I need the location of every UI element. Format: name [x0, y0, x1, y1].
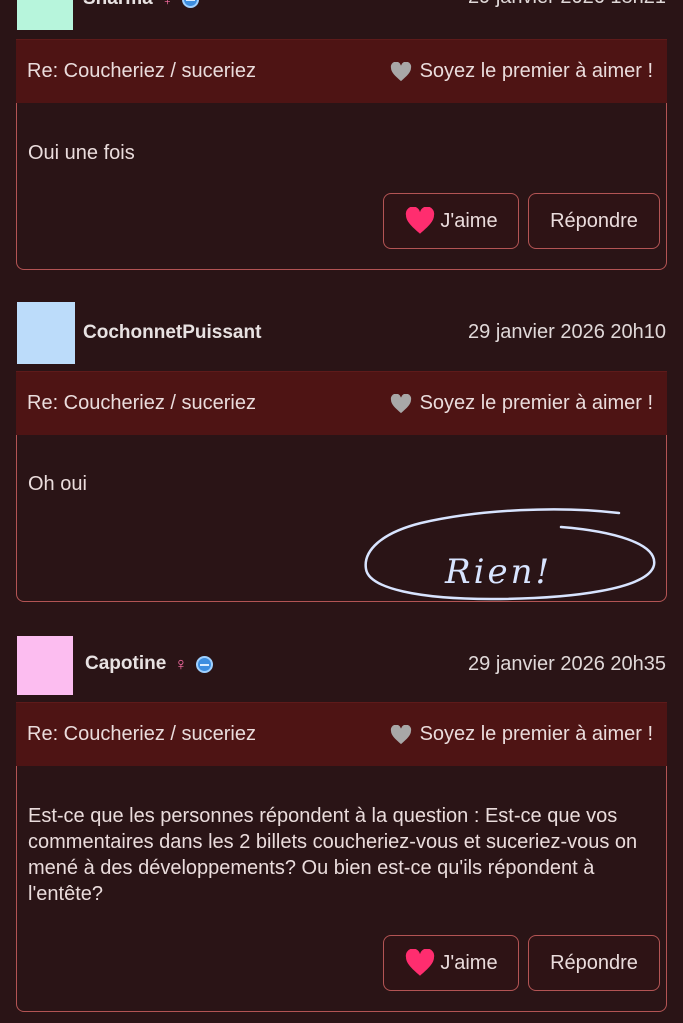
heart-icon	[406, 207, 435, 234]
like-count: Soyez le premier à aimer !	[390, 392, 653, 415]
author-name[interactable]: CochonnetPuissant	[83, 322, 261, 344]
reply-button[interactable]: Répondre	[528, 935, 660, 991]
gray-heart-icon	[390, 393, 411, 413]
avatar[interactable]	[17, 302, 75, 364]
like-count: Soyez le premier à aimer !	[390, 723, 653, 746]
post-body: Oh oui Rien!	[16, 435, 667, 602]
author-name[interactable]: Capotine ♀	[85, 653, 213, 675]
globe-icon	[182, 0, 200, 8]
subject-bar: Re: Coucheriez / suceriez Soyez le premi…	[16, 39, 667, 103]
subject-bar: Re: Coucheriez / suceriez Soyez le premi…	[16, 371, 667, 435]
avatar[interactable]	[17, 636, 73, 695]
gray-heart-icon	[390, 61, 411, 81]
subject-bar: Re: Coucheriez / suceriez Soyez le premi…	[16, 702, 667, 766]
reply-button[interactable]: Répondre	[528, 193, 660, 249]
post-message: Est-ce que les personnes répondent à la …	[28, 805, 638, 905]
subject-title[interactable]: Re: Coucheriez / suceriez	[27, 60, 256, 83]
author-label: Capotine	[85, 653, 167, 674]
author-name[interactable]: Sharma ♀	[83, 0, 200, 10]
author-label: Sharma	[83, 0, 153, 10]
female-icon: ♀	[174, 653, 188, 674]
post-body: Est-ce que les personnes répondent à la …	[16, 766, 667, 1012]
like-button[interactable]: J'aime	[383, 193, 519, 249]
reply-button-label: Répondre	[550, 209, 638, 232]
handwritten-annotation: Rien!	[364, 508, 656, 601]
post-message: Oui une fois	[28, 142, 135, 164]
like-button-label: J'aime	[440, 209, 498, 232]
avatar[interactable]	[17, 0, 73, 30]
subject-title[interactable]: Re: Coucheriez / suceriez	[27, 392, 256, 415]
annotation-text: Rien!	[444, 552, 552, 592]
author-label: CochonnetPuissant	[83, 322, 262, 343]
heart-icon	[406, 949, 435, 976]
like-count-text: Soyez le premier à aimer !	[419, 60, 653, 82]
gray-heart-icon	[390, 724, 411, 744]
post-date: 29 janvier 2026 20h10	[468, 321, 666, 343]
like-count-text: Soyez le premier à aimer !	[419, 723, 653, 745]
post-body: Oui une fois J'aime Répondre	[16, 103, 667, 270]
like-button-label: J'aime	[440, 951, 498, 974]
subject-title[interactable]: Re: Coucheriez / suceriez	[27, 723, 256, 746]
post-date: 29 janvier 2026 20h35	[468, 653, 666, 675]
post-message: Oh oui	[28, 473, 87, 495]
globe-icon	[195, 655, 213, 673]
like-button[interactable]: J'aime	[383, 935, 519, 991]
like-count: Soyez le premier à aimer !	[390, 60, 653, 83]
reply-button-label: Répondre	[550, 951, 638, 974]
female-icon: ♀	[161, 0, 175, 10]
like-count-text: Soyez le premier à aimer !	[419, 392, 653, 414]
post-date: 29 janvier 2026 18h21	[468, 0, 666, 9]
